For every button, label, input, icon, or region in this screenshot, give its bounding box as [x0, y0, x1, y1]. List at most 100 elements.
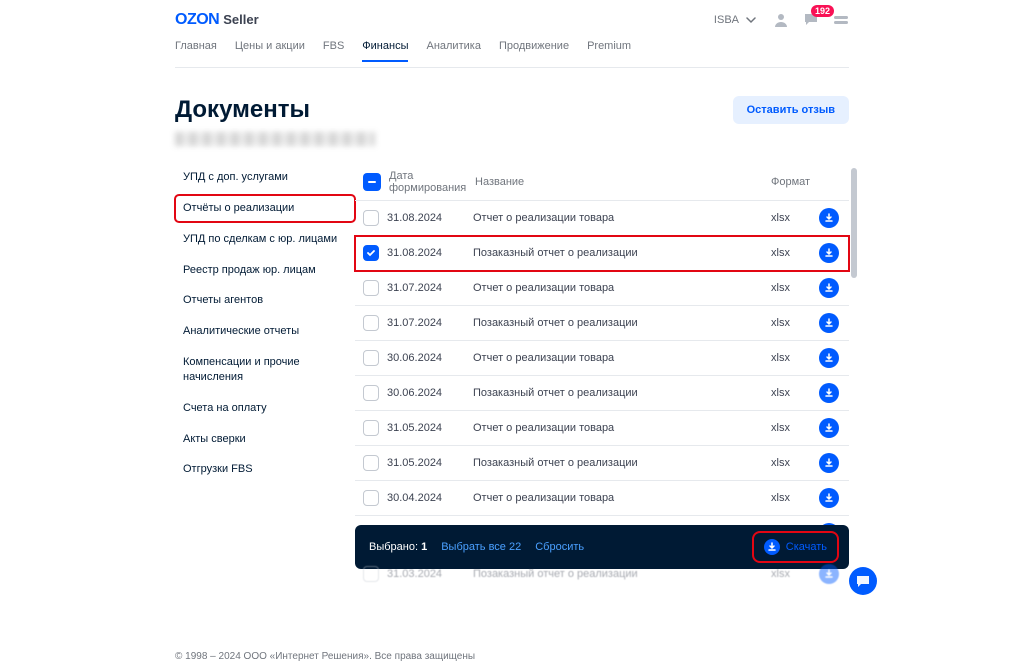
col-format: Формат: [771, 176, 811, 188]
cell-format: xlsx: [771, 212, 811, 224]
table-row: 31.08.2024 Позаказный отчет о реализации x…: [355, 236, 849, 271]
cell-date: 31.08.2024: [387, 212, 465, 224]
select-all-link[interactable]: Выбрать все 22: [441, 541, 521, 553]
cell-name: Отчет о реализации товара: [473, 352, 763, 364]
sidebar-item[interactable]: Компенсации и прочие начисления: [175, 349, 355, 391]
sidebar-item[interactable]: УПД с доп. услугами: [175, 164, 355, 191]
cell-date: 30.04.2024: [387, 492, 465, 504]
footer: © 1998 – 2024 ООО «Интернет Решения». Вс…: [175, 651, 849, 672]
download-row-button[interactable]: [819, 383, 839, 403]
nav-item[interactable]: Продвижение: [499, 40, 569, 60]
cell-date: 30.06.2024: [387, 387, 465, 399]
cell-format: xlsx: [771, 247, 811, 259]
cell-name: Отчет о реализации товара: [473, 282, 763, 294]
select-all-checkbox[interactable]: [363, 173, 381, 191]
scrollbar-thumb[interactable]: [851, 168, 857, 278]
cell-name: Позаказный отчет о реализации: [473, 457, 763, 469]
download-row-button[interactable]: [819, 313, 839, 333]
download-row-button[interactable]: [819, 564, 839, 584]
nav-item[interactable]: Финансы: [362, 40, 408, 62]
sidebar-item[interactable]: Счета на оплату: [175, 395, 355, 422]
download-row-button[interactable]: [819, 453, 839, 473]
nav-item[interactable]: FBS: [323, 40, 344, 60]
content: Дата формирования Название Формат 31.08.…: [355, 164, 849, 591]
documents-table: Дата формирования Название Формат 31.08.…: [355, 164, 849, 591]
sidebar-item[interactable]: Акты сверки: [175, 426, 355, 453]
cell-format: xlsx: [771, 457, 811, 469]
download-row-button[interactable]: [819, 418, 839, 438]
cell-format: xlsx: [771, 282, 811, 294]
cell-date: 31.05.2024: [387, 422, 465, 434]
main-nav: Главная Цены и акции FBS Финансы Аналитика Пр…: [175, 40, 849, 68]
nav-item[interactable]: Главная: [175, 40, 217, 60]
sidebar: УПД с доп. услугами Отчёты о реализации УП…: [175, 164, 355, 591]
reset-link[interactable]: Сбросить: [535, 541, 584, 553]
logo[interactable]: OZON Seller: [175, 11, 259, 29]
table-row: 31.03.2024 Позаказный отчет о реализации…: [355, 557, 849, 591]
row-checkbox[interactable]: [363, 455, 379, 471]
table-row: 30.06.2024Отчет о реализации товараxlsx: [355, 341, 849, 376]
chat-button[interactable]: 192: [803, 11, 819, 30]
nav-item[interactable]: Premium: [587, 40, 631, 60]
cell-name: Позаказный отчет о реализации: [473, 317, 763, 329]
cell-date: 31.07.2024: [387, 282, 465, 294]
cell-date: 31.05.2024: [387, 457, 465, 469]
sidebar-item[interactable]: Отгрузки FBS: [175, 456, 355, 483]
cell-name: Отчет о реализации товара: [473, 212, 763, 224]
company-name: ISBA: [714, 14, 739, 26]
sidebar-item[interactable]: Реестр продаж юр. лицам: [175, 257, 355, 284]
row-checkbox[interactable]: [363, 566, 379, 582]
cell-name: Позаказный отчет о реализации: [473, 247, 763, 259]
cell-format: xlsx: [771, 387, 811, 399]
support-fab[interactable]: [849, 567, 877, 595]
col-name: Название: [475, 176, 763, 188]
sidebar-item[interactable]: УПД по сделкам с юр. лицами: [175, 226, 355, 253]
row-checkbox[interactable]: [363, 385, 379, 401]
company-selector[interactable]: ISBA: [714, 12, 759, 28]
cell-format: xlsx: [771, 492, 811, 504]
row-checkbox[interactable]: [363, 280, 379, 296]
topbar: OZON Seller ISBA 192: [175, 0, 849, 40]
cell-date: 31.07.2024: [387, 317, 465, 329]
table-row: 31.05.2024 Позаказный отчет о реализации x…: [355, 446, 849, 481]
sidebar-item[interactable]: Аналитические отчеты: [175, 318, 355, 345]
sidebar-item[interactable]: Отчёты о реализации: [175, 195, 355, 222]
selected-label: Выбрано: 1: [369, 541, 427, 553]
download-icon: [764, 539, 780, 555]
cell-name: Отчет о реализации товара: [473, 422, 763, 434]
logo-brand: OZON: [175, 11, 219, 29]
row-checkbox[interactable]: [363, 245, 379, 261]
cell-name: Отчет о реализации товара: [473, 492, 763, 504]
user-icon[interactable]: [773, 12, 789, 28]
download-row-button[interactable]: [819, 208, 839, 228]
table-row: 30.06.2024 Позаказный отчет о реализации x…: [355, 376, 849, 411]
table-row: 31.08.2024 Отчет о реализации товара xlsx: [355, 201, 849, 236]
redacted-subtitle: [175, 132, 375, 146]
nav-item[interactable]: Цены и акции: [235, 40, 305, 60]
row-checkbox[interactable]: [363, 350, 379, 366]
download-row-button[interactable]: [819, 348, 839, 368]
table-header: Дата формирования Название Формат: [355, 164, 849, 201]
cell-format: xlsx: [771, 317, 811, 329]
table-row: 31.05.2024Отчет о реализации товараxlsx: [355, 411, 849, 446]
cell-name: Позаказный отчет о реализации: [473, 387, 763, 399]
apps-icon[interactable]: [833, 12, 849, 28]
feedback-button[interactable]: Оставить отзыв: [733, 96, 849, 124]
row-checkbox[interactable]: [363, 315, 379, 331]
scrollbar[interactable]: [851, 164, 857, 591]
download-row-button[interactable]: [819, 278, 839, 298]
row-checkbox[interactable]: [363, 490, 379, 506]
cell-date: 30.06.2024: [387, 352, 465, 364]
row-checkbox[interactable]: [363, 210, 379, 226]
download-row-button[interactable]: [819, 243, 839, 263]
table-row: 31.07.2024 Отчет о реализации товара xlsx: [355, 271, 849, 306]
download-selected-button[interactable]: Скачать: [756, 535, 835, 559]
cell-date: 31.08.2024: [387, 247, 465, 259]
nav-item[interactable]: Аналитика: [426, 40, 480, 60]
sidebar-item[interactable]: Отчеты агентов: [175, 287, 355, 314]
chat-badge: 192: [811, 5, 834, 17]
logo-sub: Seller: [223, 12, 258, 27]
chevron-down-icon: [743, 12, 759, 28]
row-checkbox[interactable]: [363, 420, 379, 436]
download-row-button[interactable]: [819, 488, 839, 508]
